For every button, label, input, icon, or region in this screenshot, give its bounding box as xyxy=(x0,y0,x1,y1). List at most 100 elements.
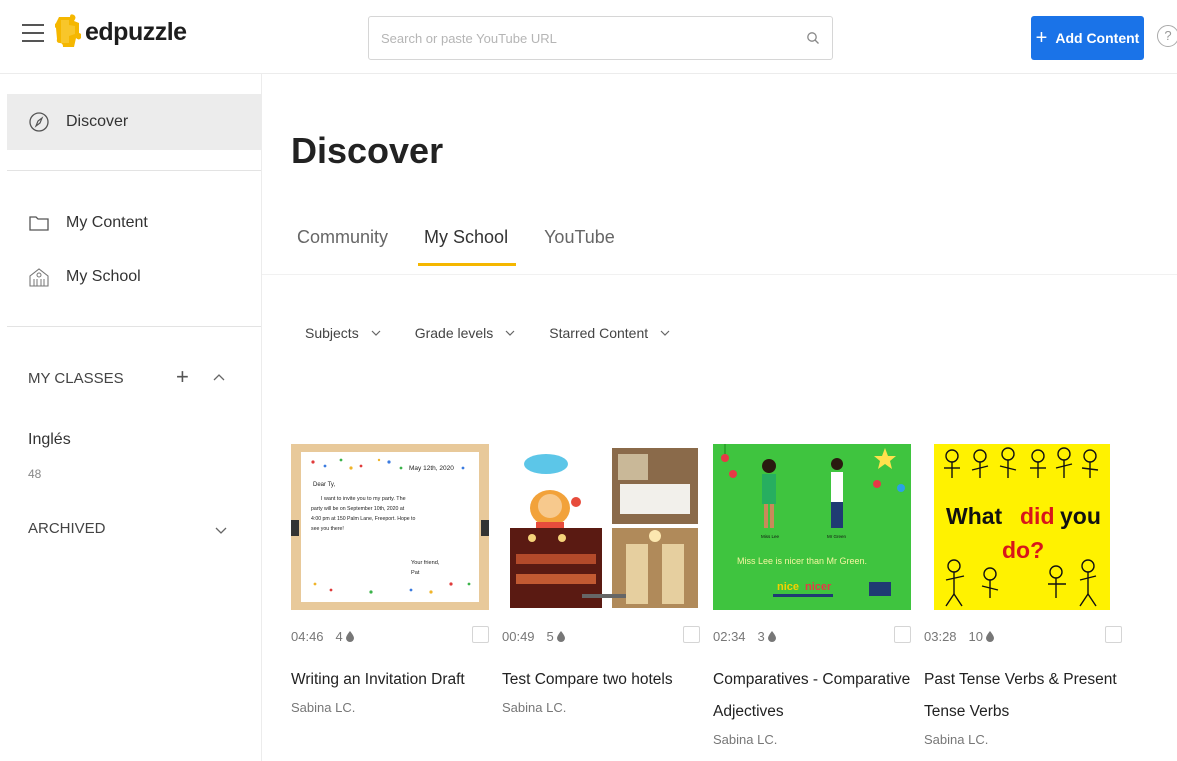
video-author: Sabina LC. xyxy=(502,700,567,715)
sidebar-divider xyxy=(7,326,261,327)
question-drop-icon xyxy=(767,630,776,642)
logo-text: edpuzzle xyxy=(85,17,187,46)
filter-grade-levels[interactable]: Grade levels xyxy=(415,325,516,341)
video-author: Sabina LC. xyxy=(713,732,778,747)
select-checkbox[interactable] xyxy=(1105,626,1122,643)
video-thumbnail[interactable]: May 12th, 2020 Dear Ty, I want to invite… xyxy=(291,444,489,610)
folder-icon xyxy=(29,216,49,231)
invitation-body-2: party will be on September 10th, 2020 at xyxy=(311,506,405,512)
class-item-name[interactable]: Inglés xyxy=(28,431,71,449)
past-tense-thumbnail-image: What did you do? xyxy=(924,444,1122,610)
invitation-date: May 12th, 2020 xyxy=(409,465,454,472)
select-checkbox[interactable] xyxy=(683,626,700,643)
video-duration: 00:49 xyxy=(502,628,535,644)
top-bar: edpuzzle + Add Content ? xyxy=(0,0,1177,74)
video-title[interactable]: Writing an Invitation Draft xyxy=(291,664,489,696)
add-content-button[interactable]: + Add Content xyxy=(1031,16,1144,60)
video-title[interactable]: Past Tense Verbs & Present Tense Verbs xyxy=(924,664,1122,728)
add-content-label: Add Content xyxy=(1055,30,1140,46)
filter-starred-content[interactable]: Starred Content xyxy=(549,325,670,341)
filter-label: Starred Content xyxy=(549,325,649,341)
comparatives-thumbnail-image: Miss Lee Mr Green Miss Lee is nicer than… xyxy=(713,444,911,610)
question-count: 10 xyxy=(969,629,995,644)
comparatives-sentence: Miss Lee is nicer than Mr Green. xyxy=(737,556,867,566)
search-bar[interactable] xyxy=(368,16,833,60)
video-title[interactable]: Comparatives - Comparative Adjectives xyxy=(713,664,911,728)
tab-bar: Community My School YouTube xyxy=(297,227,651,266)
sidebar-item-discover[interactable]: Discover xyxy=(7,94,261,150)
archived-heading[interactable]: ARCHIVED xyxy=(28,520,106,537)
video-meta: 04:46 4 xyxy=(291,626,489,646)
tab-my-school[interactable]: My School xyxy=(418,227,517,266)
chevron-down-icon xyxy=(371,330,381,336)
invitation-closing: Your friend, xyxy=(411,560,440,566)
video-author: Sabina LC. xyxy=(291,700,356,715)
video-meta: 00:49 5 xyxy=(502,626,700,646)
comparatives-name-left: Miss Lee xyxy=(761,534,780,539)
sidebar: Discover My Content My School MY CLASSES… xyxy=(0,74,262,761)
question-count: 3 xyxy=(758,629,776,644)
sidebar-item-label: My School xyxy=(66,268,141,285)
invitation-greeting: Dear Ty, xyxy=(313,482,335,488)
question-drop-icon xyxy=(556,630,565,642)
tab-youtube[interactable]: YouTube xyxy=(544,227,615,266)
sidebar-item-label: My Content xyxy=(66,214,148,231)
plus-icon: + xyxy=(1035,27,1048,49)
invitation-body-4: see you there! xyxy=(311,526,344,532)
invitation-body-3: 4:00 pm at 150 Palm Lane, Freeport. Hope… xyxy=(311,516,416,522)
add-class-icon[interactable]: + xyxy=(176,364,189,390)
question-count: 4 xyxy=(336,629,354,644)
video-card[interactable]: 00:49 5 Test Compare two hotels Sabina L… xyxy=(502,444,700,715)
video-duration: 02:34 xyxy=(713,628,746,644)
invitation-signature: Pat xyxy=(411,570,420,576)
video-card[interactable]: What did you do? 03:28 10 Past Tense Ver… xyxy=(924,444,1122,747)
filter-label: Subjects xyxy=(305,325,359,341)
comparatives-word-nicer: nicer xyxy=(805,581,832,593)
video-card[interactable]: May 12th, 2020 Dear Ty, I want to invite… xyxy=(291,444,489,715)
sidebar-item-my-school[interactable]: My School xyxy=(28,266,141,288)
edpuzzle-logo[interactable]: edpuzzle xyxy=(55,14,187,50)
video-card[interactable]: Miss Lee Mr Green Miss Lee is nicer than… xyxy=(713,444,911,747)
comparatives-word-nice: nice xyxy=(777,581,799,593)
tab-community[interactable]: Community xyxy=(297,227,388,266)
sidebar-item-my-content[interactable]: My Content xyxy=(28,212,148,234)
video-title[interactable]: Test Compare two hotels xyxy=(502,664,700,696)
video-thumbnail[interactable] xyxy=(502,444,700,610)
my-classes-heading: MY CLASSES xyxy=(28,370,124,387)
search-input[interactable] xyxy=(381,30,806,46)
invitation-thumbnail-image: May 12th, 2020 Dear Ty, I want to invite… xyxy=(291,444,489,610)
tabs-divider xyxy=(262,274,1177,275)
hotels-thumbnail-image xyxy=(502,444,700,610)
page-title: Discover xyxy=(291,130,444,171)
question-count: 5 xyxy=(547,629,565,644)
select-checkbox[interactable] xyxy=(894,626,911,643)
question-drop-icon xyxy=(345,630,354,642)
sidebar-item-label: Discover xyxy=(66,113,129,130)
class-item-count: 48 xyxy=(28,467,42,481)
help-icon[interactable]: ? xyxy=(1157,25,1177,47)
sidebar-divider xyxy=(7,170,261,171)
compass-icon xyxy=(29,112,49,132)
filter-label: Grade levels xyxy=(414,325,494,341)
video-duration: 04:46 xyxy=(291,628,324,644)
chevron-down-icon xyxy=(660,330,670,336)
chevron-up-icon[interactable] xyxy=(212,372,226,382)
search-icon[interactable] xyxy=(806,31,820,45)
pasttense-word-what: What xyxy=(946,503,1003,529)
invitation-body-1: I want to invite you to my party. The xyxy=(321,496,406,502)
video-thumbnail[interactable]: Miss Lee Mr Green Miss Lee is nicer than… xyxy=(713,444,911,610)
filter-subjects[interactable]: Subjects xyxy=(305,325,381,341)
question-drop-icon xyxy=(986,630,995,642)
comparatives-name-right: Mr Green xyxy=(827,534,847,539)
hamburger-menu-icon[interactable] xyxy=(22,24,44,42)
pasttense-word-did: did xyxy=(1020,503,1055,529)
video-thumbnail[interactable]: What did you do? xyxy=(924,444,1122,610)
pasttense-word-do: do? xyxy=(1002,537,1044,563)
video-author: Sabina LC. xyxy=(924,732,989,747)
select-checkbox[interactable] xyxy=(472,626,489,643)
video-meta: 02:34 3 xyxy=(713,626,911,646)
chevron-down-icon[interactable] xyxy=(214,526,228,536)
pasttense-word-you: you xyxy=(1060,503,1101,529)
chevron-down-icon xyxy=(505,330,515,336)
video-duration: 03:28 xyxy=(924,628,957,644)
